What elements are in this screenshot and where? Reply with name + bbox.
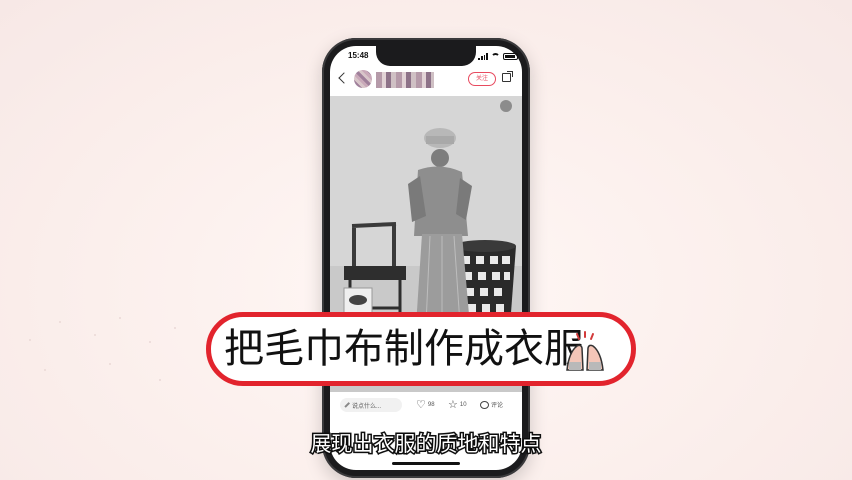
- video-subtitle: 展现出衣服的质地和特点: [309, 431, 543, 458]
- post-header: 关注: [338, 70, 516, 92]
- wifi-icon: [491, 52, 500, 60]
- comment-placeholder: 说点什么...: [352, 403, 382, 410]
- caption-text: 把毛巾布制作成衣服: [224, 326, 584, 372]
- favorite-button[interactable]: ☆ 10: [448, 399, 467, 411]
- favorite-count: 10: [459, 402, 467, 408]
- raised-hands-icon: [566, 331, 604, 371]
- decorative-dots: [29, 317, 176, 381]
- status-icons: [478, 52, 518, 60]
- comment-bubble-icon: [480, 400, 489, 409]
- home-indicator: [392, 462, 460, 465]
- comment-input[interactable]: 说点什么...: [340, 398, 402, 412]
- status-time: 15:48: [348, 51, 369, 60]
- like-count: 98: [427, 402, 435, 408]
- comment-label: 评论: [491, 403, 504, 409]
- sound-icon[interactable]: [500, 100, 512, 112]
- back-icon[interactable]: [338, 72, 350, 84]
- post-action-bar: 说点什么... ♡ 98 ☆ 10 评论: [340, 396, 516, 416]
- avatar[interactable]: [354, 70, 372, 88]
- heart-icon: ♡: [416, 399, 426, 411]
- phone-notch: [376, 46, 476, 66]
- battery-icon: [503, 52, 518, 60]
- share-icon[interactable]: [502, 71, 513, 82]
- pen-icon: [344, 402, 350, 408]
- comment-button[interactable]: 评论: [480, 400, 503, 409]
- username[interactable]: [376, 72, 434, 88]
- signal-icon: [478, 52, 488, 60]
- like-button[interactable]: ♡ 98: [416, 399, 435, 411]
- follow-button[interactable]: 关注: [468, 72, 496, 86]
- star-icon: ☆: [448, 399, 458, 411]
